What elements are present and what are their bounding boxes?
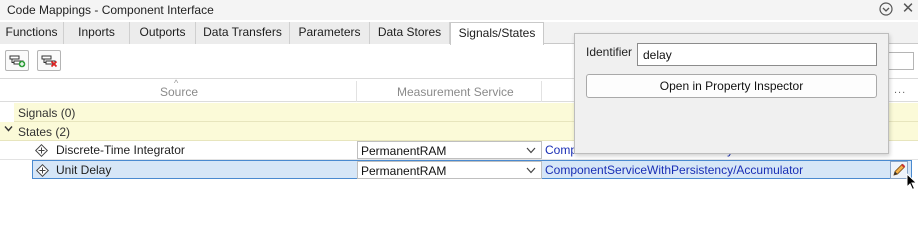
chevron-down-icon — [526, 147, 536, 154]
tab-outports[interactable]: Outports — [130, 22, 196, 44]
dropdown-value: PermanentRAM — [361, 144, 447, 158]
add-mapping-button[interactable] — [5, 50, 29, 71]
row-source-name: Discrete-Time Integrator — [56, 143, 185, 157]
group-label-signals: Signals (0) — [18, 106, 76, 120]
tab-functions[interactable]: Functions — [0, 22, 64, 44]
menu-icon[interactable] — [878, 1, 894, 17]
tab-data-transfers[interactable]: Data Transfers — [196, 22, 290, 44]
table-row-selected[interactable]: Unit Delay PermanentRAM ComponentService… — [32, 160, 912, 179]
remove-mapping-icon — [41, 55, 58, 68]
state-diamond-icon — [36, 164, 49, 177]
tab-signals-states[interactable]: Signals/States — [450, 22, 544, 45]
add-mapping-icon — [9, 55, 26, 68]
open-in-property-inspector-button[interactable]: Open in Property Inspector — [586, 74, 877, 98]
group-label-states: States (2) — [18, 125, 71, 139]
identifier-input[interactable] — [637, 43, 877, 66]
measurement-service-dropdown[interactable]: PermanentRAM — [357, 141, 542, 159]
column-divider[interactable] — [356, 81, 357, 102]
measurement-service-dropdown[interactable]: PermanentRAM — [357, 161, 542, 179]
window-title: Code Mappings - Component Interface — [7, 3, 214, 17]
close-icon[interactable]: ✕ — [900, 1, 916, 17]
tab-parameters[interactable]: Parameters — [290, 22, 370, 44]
title-bar: Code Mappings - Component Interface ✕ — [0, 0, 918, 20]
remove-mapping-button[interactable] — [37, 50, 61, 71]
identifier-label: Identifier — [586, 45, 633, 59]
column-header-source[interactable]: Source — [160, 85, 198, 99]
chevron-down-icon — [526, 167, 536, 174]
state-diamond-icon — [35, 144, 48, 157]
mouse-cursor-icon — [906, 173, 918, 191]
identifier-popup: Identifier Open in Property Inspector — [574, 33, 889, 154]
chevron-down-icon[interactable] — [4, 124, 13, 136]
dropdown-value: PermanentRAM — [361, 164, 447, 178]
more-columns-button[interactable]: ... — [894, 84, 906, 96]
column-divider[interactable] — [541, 81, 542, 102]
row-gutter — [0, 103, 14, 122]
tab-data-stores[interactable]: Data Stores — [370, 22, 450, 44]
column-header-measurement-service[interactable]: Measurement Service — [397, 85, 514, 99]
tab-inports[interactable]: Inports — [64, 22, 130, 44]
service-mapping-link[interactable]: ComponentServiceWithPersistency/Accumula… — [545, 163, 803, 177]
row-source-name: Unit Delay — [56, 163, 112, 177]
